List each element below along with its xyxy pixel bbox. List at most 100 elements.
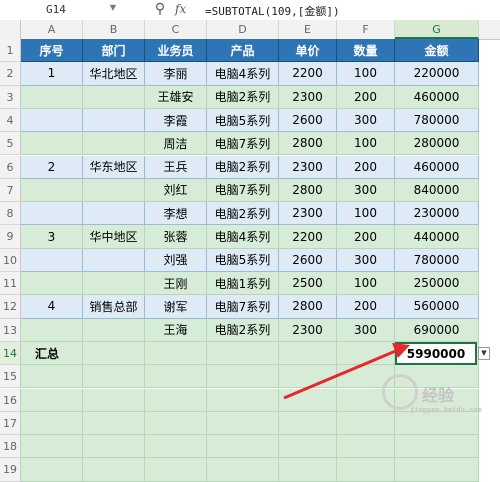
row-header-11[interactable]: 11	[0, 272, 21, 296]
empty-cell[interactable]	[83, 388, 145, 412]
row-header-1[interactable]: 1	[0, 39, 21, 63]
cell-person[interactable]: 李霞	[145, 108, 207, 133]
chevron-down-icon[interactable]: ▼	[110, 3, 116, 12]
column-header-a[interactable]: A	[21, 20, 83, 39]
cell-price[interactable]: 2500	[279, 272, 337, 296]
cell-amount[interactable]: 230000	[395, 202, 479, 226]
empty-cell[interactable]	[145, 365, 207, 389]
cell-amount[interactable]: 690000	[395, 318, 479, 342]
cell-no[interactable]	[21, 272, 83, 296]
cell-price[interactable]: 2600	[279, 248, 337, 272]
total-amount-cell[interactable]: 5990000	[395, 341, 477, 366]
cell-person[interactable]: 李想	[145, 202, 207, 226]
cell-product[interactable]: 电脑4系列	[207, 62, 279, 86]
empty-cell[interactable]	[279, 365, 337, 389]
header-cell[interactable]: 序号	[21, 39, 83, 63]
row-header-6[interactable]: 6	[0, 155, 21, 179]
empty-cell[interactable]	[337, 435, 395, 459]
row-header-15[interactable]: 15	[0, 365, 21, 389]
empty-cell[interactable]	[21, 458, 83, 482]
cell-amount[interactable]: 440000	[395, 225, 479, 249]
cell-qty[interactable]: 200	[337, 155, 395, 179]
header-cell[interactable]: 业务员	[145, 39, 207, 63]
cell-qty[interactable]: 100	[337, 272, 395, 296]
empty-cell[interactable]	[21, 411, 83, 436]
empty-cell[interactable]	[337, 458, 395, 482]
row-header-18[interactable]: 18	[0, 435, 21, 459]
cell-qty[interactable]: 100	[337, 202, 395, 226]
row-header-19[interactable]: 19	[0, 458, 21, 482]
row-header-12[interactable]: 12	[0, 295, 21, 319]
column-header-f[interactable]: F	[337, 20, 395, 39]
cell-dept[interactable]	[83, 178, 145, 203]
cell-qty[interactable]: 100	[337, 132, 395, 156]
row-header-17[interactable]: 17	[0, 411, 21, 436]
cell-product[interactable]: 电脑7系列	[207, 295, 279, 319]
row-header-10[interactable]: 10	[0, 248, 21, 272]
cell-no[interactable]: 2	[21, 155, 83, 179]
formula-input[interactable]: =SUBTOTAL(109,[金额])	[205, 3, 340, 19]
total-row-cell[interactable]	[83, 341, 145, 366]
spreadsheet-grid[interactable]: ABCDEFG 1 2 3 4 5 6 7 8 9 10 11 12 13 14 15 16 17 18 19 序号…	[0, 20, 500, 482]
cell-dept[interactable]	[83, 248, 145, 272]
cell-amount[interactable]: 780000	[395, 108, 479, 133]
cell-qty[interactable]: 200	[337, 225, 395, 249]
cell-dept[interactable]: 华东地区	[83, 155, 145, 179]
select-all-corner[interactable]	[0, 20, 21, 39]
cell-dept[interactable]	[83, 318, 145, 342]
cell-price[interactable]: 2300	[279, 202, 337, 226]
cell-price[interactable]: 2300	[279, 85, 337, 109]
cell-person[interactable]: 王兵	[145, 155, 207, 179]
column-header-b[interactable]: B	[83, 20, 145, 39]
empty-cell[interactable]	[279, 411, 337, 436]
header-cell[interactable]: 产品	[207, 39, 279, 63]
cell-qty[interactable]: 200	[337, 295, 395, 319]
cell-product[interactable]: 电脑5系列	[207, 248, 279, 272]
empty-cell[interactable]	[279, 435, 337, 459]
row-header-13[interactable]: 13	[0, 318, 21, 342]
empty-cell[interactable]	[395, 458, 479, 482]
cell-person[interactable]: 刘强	[145, 248, 207, 272]
cell-no[interactable]	[21, 108, 83, 133]
cell-qty[interactable]: 300	[337, 248, 395, 272]
cell-price[interactable]: 2200	[279, 225, 337, 249]
row-header-9[interactable]: 9	[0, 225, 21, 249]
row-header-2[interactable]: 2	[0, 62, 21, 86]
header-cell[interactable]: 数量	[337, 39, 395, 63]
empty-cell[interactable]	[21, 365, 83, 389]
cell-amount[interactable]: 220000	[395, 62, 479, 86]
cell-no[interactable]: 3	[21, 225, 83, 249]
cell-person[interactable]: 李丽	[145, 62, 207, 86]
cell-person[interactable]: 王海	[145, 318, 207, 342]
cell-person[interactable]: 王刚	[145, 272, 207, 296]
cell-amount[interactable]: 840000	[395, 178, 479, 203]
cell-price[interactable]: 2200	[279, 62, 337, 86]
column-header-d[interactable]: D	[207, 20, 279, 39]
empty-cell[interactable]	[21, 435, 83, 459]
empty-cell[interactable]	[145, 411, 207, 436]
empty-cell[interactable]	[83, 458, 145, 482]
chevron-down-icon[interactable]: ▼	[478, 346, 490, 360]
fx-icon[interactable]: fx	[175, 0, 193, 18]
cell-no[interactable]	[21, 318, 83, 342]
cell-dept[interactable]: 华北地区	[83, 62, 145, 86]
cell-amount[interactable]: 560000	[395, 295, 479, 319]
cell-qty[interactable]: 300	[337, 318, 395, 342]
magnifier-icon[interactable]: ⚲	[152, 0, 168, 18]
cell-dept[interactable]: 销售总部	[83, 295, 145, 319]
cell-price[interactable]: 2300	[279, 155, 337, 179]
row-header-7[interactable]: 7	[0, 178, 21, 203]
row-header-5[interactable]: 5	[0, 132, 21, 156]
cell-amount[interactable]: 460000	[395, 85, 479, 109]
total-row-cell[interactable]	[207, 341, 279, 366]
cell-amount[interactable]: 250000	[395, 272, 479, 296]
cell-no[interactable]	[21, 248, 83, 272]
row-header-3[interactable]: 3	[0, 85, 21, 109]
cell-amount[interactable]: 280000	[395, 132, 479, 156]
cell-qty[interactable]: 200	[337, 85, 395, 109]
cell-person[interactable]: 谢军	[145, 295, 207, 319]
cell-product[interactable]: 电脑2系列	[207, 202, 279, 226]
cell-person[interactable]: 王雄安	[145, 85, 207, 109]
row-header-4[interactable]: 4	[0, 108, 21, 133]
cell-qty[interactable]: 100	[337, 62, 395, 86]
